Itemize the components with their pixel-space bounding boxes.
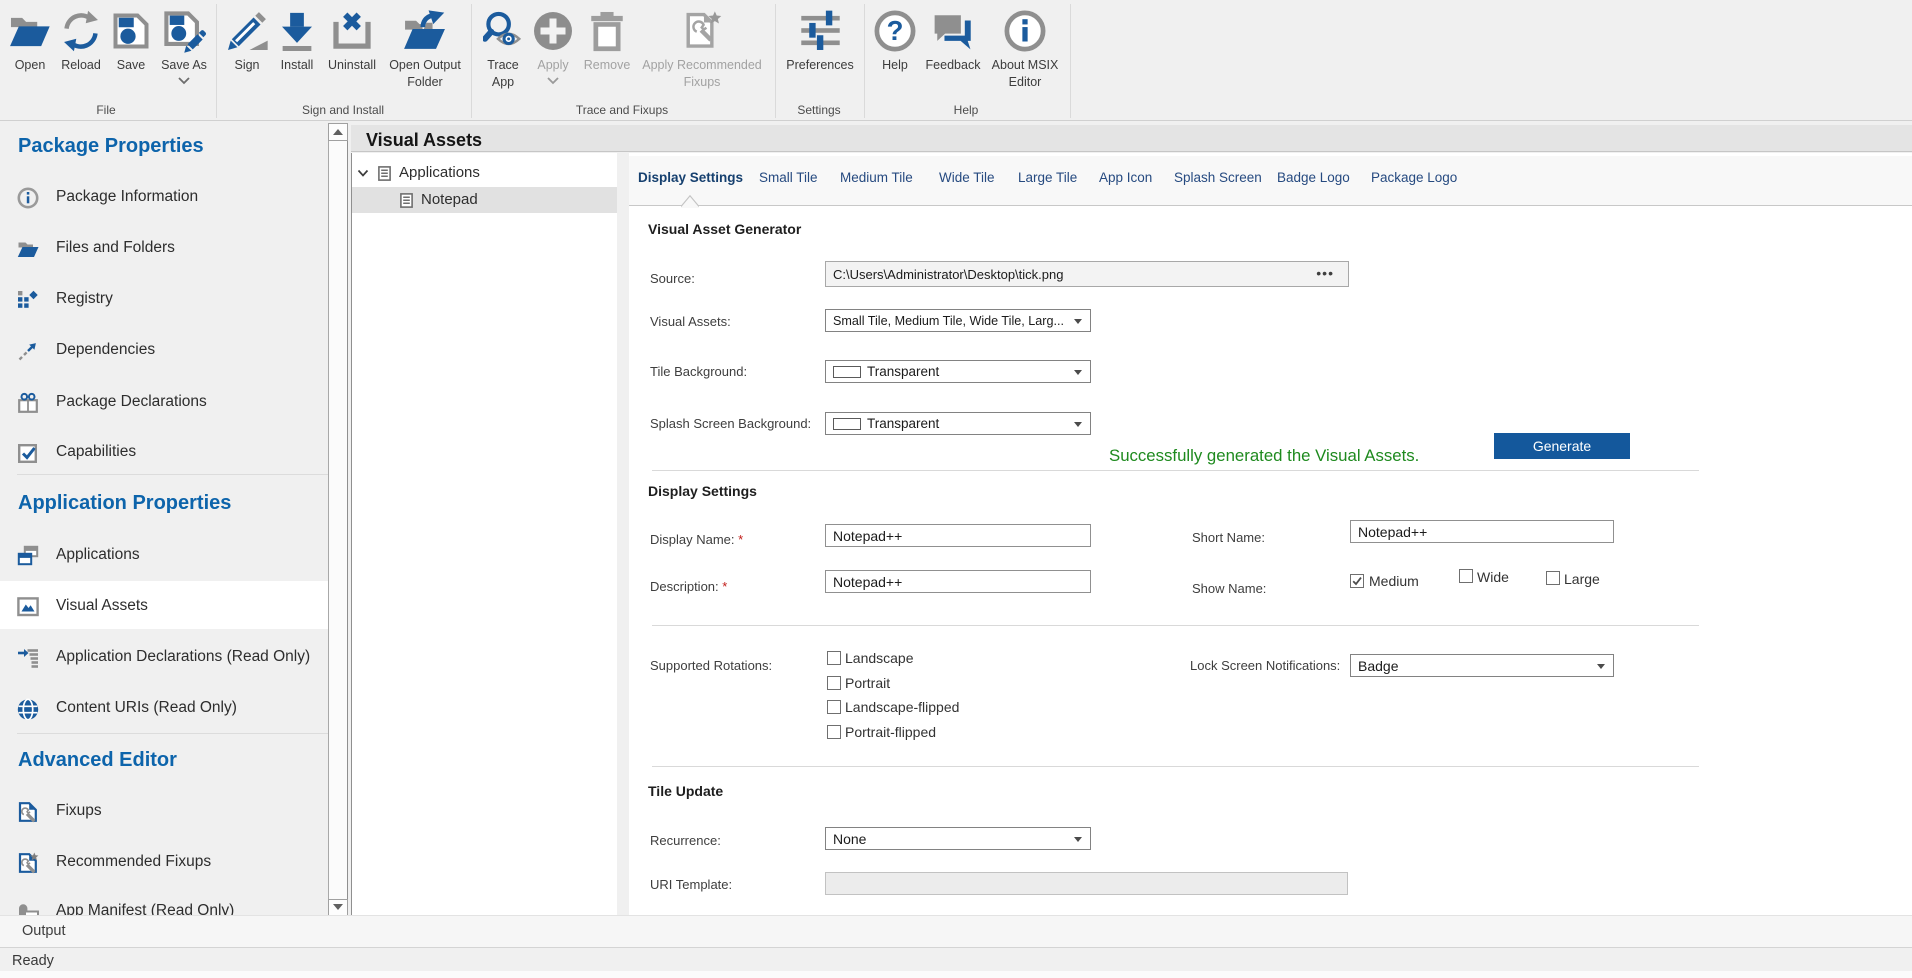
svg-text:?: ? xyxy=(887,15,904,46)
